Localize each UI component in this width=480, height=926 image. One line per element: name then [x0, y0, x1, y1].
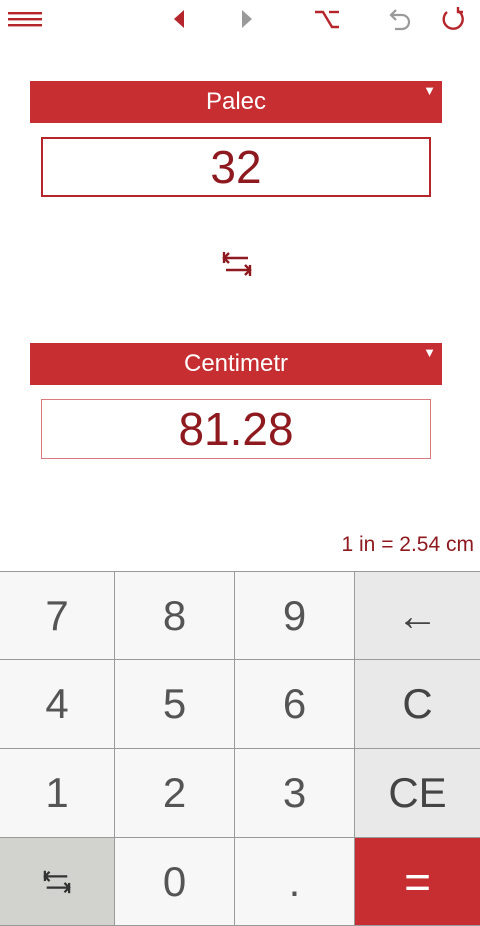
- decimal-point-key[interactable]: .: [235, 838, 355, 926]
- to-value: 81.28: [178, 403, 294, 455]
- to-unit-label: Centimetr: [183, 350, 289, 377]
- refresh-icon[interactable]: [437, 2, 467, 36]
- key-1[interactable]: 1: [0, 749, 115, 838]
- backspace-key[interactable]: ←: [355, 572, 480, 660]
- key-9[interactable]: 9: [235, 572, 355, 660]
- from-value-field[interactable]: 32: [41, 137, 431, 197]
- key-3[interactable]: 3: [235, 749, 355, 838]
- from-value: 32: [210, 141, 262, 193]
- option-icon[interactable]: [312, 2, 342, 36]
- swap-key[interactable]: [0, 838, 115, 926]
- to-value-field: 81.28: [41, 399, 431, 459]
- dropdown-arrow-icon: ▼: [423, 345, 436, 360]
- key-0[interactable]: 0: [115, 838, 235, 926]
- swap-icon: [43, 870, 71, 893]
- equals-key[interactable]: =: [355, 838, 480, 926]
- toolbar: [0, 0, 480, 40]
- conversion-ratio: 1 in = 2.54 cm: [341, 533, 475, 556]
- undo-icon[interactable]: [384, 2, 414, 36]
- dropdown-arrow-icon: ▼: [423, 83, 436, 98]
- key-6[interactable]: 6: [235, 660, 355, 749]
- keypad: 7 8 9 ← 4 5 6 C 1 2 3 CE 0 . =: [0, 571, 480, 926]
- clear-key[interactable]: C: [355, 660, 480, 749]
- key-8[interactable]: 8: [115, 572, 235, 660]
- from-unit-select[interactable]: Palec ▼: [30, 81, 442, 123]
- prev-icon[interactable]: [168, 2, 190, 36]
- from-unit-label: Palec: [205, 88, 267, 115]
- key-2[interactable]: 2: [115, 749, 235, 838]
- next-icon[interactable]: [236, 2, 258, 36]
- key-4[interactable]: 4: [0, 660, 115, 749]
- swap-icon[interactable]: [222, 250, 252, 278]
- to-unit-select[interactable]: Centimetr ▼: [30, 343, 442, 385]
- menu-icon[interactable]: [6, 2, 44, 36]
- key-5[interactable]: 5: [115, 660, 235, 749]
- clear-entry-key[interactable]: CE: [355, 749, 480, 838]
- key-7[interactable]: 7: [0, 572, 115, 660]
